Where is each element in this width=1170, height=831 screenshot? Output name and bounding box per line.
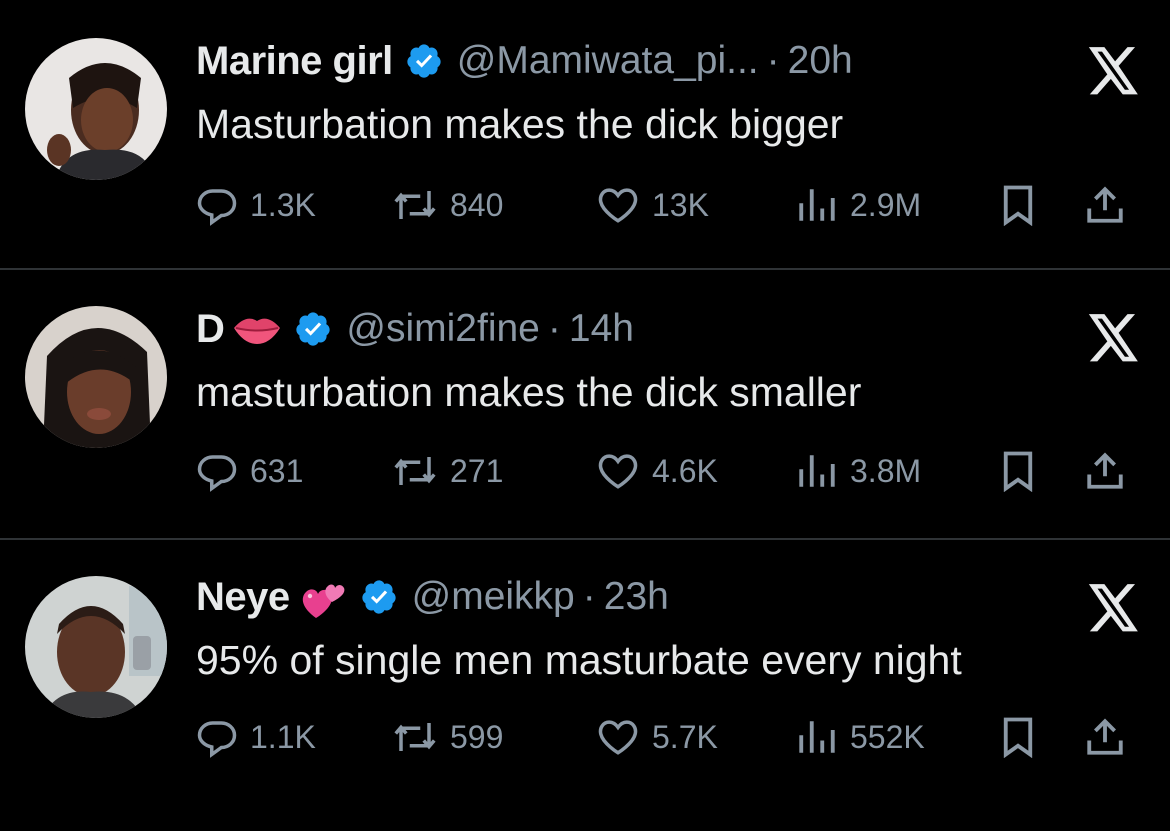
- avatar[interactable]: [25, 306, 167, 448]
- timestamp[interactable]: 23h: [604, 570, 669, 624]
- views-button[interactable]: 2.9M: [796, 180, 921, 230]
- like-button[interactable]: 13K: [596, 180, 709, 230]
- views-icon: [799, 455, 835, 487]
- retweet-icon: [394, 191, 436, 219]
- tweet-text: masturbation makes the dick smaller: [196, 369, 862, 415]
- reply-button[interactable]: 631: [196, 446, 303, 496]
- reply-count: 1.3K: [250, 186, 316, 223]
- user-handle[interactable]: @Mamiwata_pi...: [457, 34, 759, 88]
- separator-dot: ·: [582, 575, 596, 618]
- reply-icon: [197, 455, 237, 492]
- reply-button[interactable]: 1.3K: [196, 180, 316, 230]
- share-button[interactable]: [1084, 712, 1126, 762]
- retweet-button[interactable]: 599: [392, 712, 503, 762]
- like-button[interactable]: 4.6K: [596, 446, 718, 496]
- retweet-button[interactable]: 840: [392, 180, 503, 230]
- separator-dot: ·: [766, 39, 780, 82]
- share-button[interactable]: [1084, 446, 1126, 496]
- tweet-header: D @simi2fine · 14h: [196, 302, 634, 356]
- user-handle[interactable]: @simi2fine: [346, 302, 539, 356]
- verified-badge-icon: [360, 578, 398, 616]
- tweet-header: Neye @meikkp · 23h: [196, 570, 669, 624]
- reply-count: 631: [250, 452, 304, 489]
- tweet[interactable]: Marine girl @Mamiwata_pi... · 20h Mastur…: [0, 0, 1170, 268]
- x-logo-icon: [1088, 314, 1140, 362]
- bookmark-button[interactable]: [998, 712, 1038, 762]
- two-hearts-emoji-icon: [298, 580, 348, 618]
- tweet[interactable]: D @simi2fine · 14h masturbation makes th…: [0, 270, 1170, 538]
- reply-count: 1.1K: [250, 718, 316, 755]
- tweet-header: Marine girl @Mamiwata_pi... · 20h: [196, 34, 853, 88]
- display-name[interactable]: D: [196, 302, 225, 356]
- like-count: 4.6K: [652, 452, 718, 489]
- bookmark-icon: [1003, 451, 1033, 492]
- views-button[interactable]: 552K: [796, 712, 925, 762]
- x-logo-icon: [1088, 584, 1140, 632]
- heart-icon: [598, 188, 638, 223]
- retweet-count: 840: [450, 186, 504, 223]
- user-handle[interactable]: @meikkp: [412, 570, 575, 624]
- views-button[interactable]: 3.8M: [796, 446, 921, 496]
- timestamp[interactable]: 14h: [569, 302, 634, 356]
- retweet-icon: [394, 723, 436, 751]
- retweet-button[interactable]: 271: [392, 446, 503, 496]
- tweet-actions: 1.3K 840 13K 2.9M: [196, 180, 1146, 230]
- share-button[interactable]: [1084, 180, 1126, 230]
- retweet-icon: [394, 457, 436, 485]
- display-name[interactable]: Marine girl: [196, 34, 393, 88]
- tweet-text: Masturbation makes the dick bigger: [196, 101, 844, 147]
- lips-emoji-icon: [232, 312, 282, 346]
- retweet-count: 271: [450, 452, 504, 489]
- reply-icon: [197, 189, 237, 226]
- reply-button[interactable]: 1.1K: [196, 712, 316, 762]
- tweet-actions: 631 271 4.6K 3.8M: [196, 446, 1146, 496]
- views-icon: [799, 721, 835, 753]
- share-icon: [1087, 186, 1123, 223]
- timestamp[interactable]: 20h: [788, 34, 853, 88]
- retweet-count: 599: [450, 718, 504, 755]
- reply-icon: [197, 721, 237, 758]
- display-name[interactable]: Neye: [196, 570, 290, 624]
- avatar[interactable]: [25, 38, 167, 180]
- view-count: 2.9M: [850, 186, 922, 223]
- tweet-actions: 1.1K 599 5.7K 552K: [196, 712, 1146, 762]
- share-icon: [1087, 452, 1123, 489]
- separator-dot: ·: [547, 307, 561, 350]
- bookmark-icon: [1003, 717, 1033, 758]
- views-icon: [799, 189, 835, 221]
- view-count: 3.8M: [850, 452, 922, 489]
- bookmark-button[interactable]: [998, 180, 1038, 230]
- bookmark-button[interactable]: [998, 446, 1038, 496]
- tweet-text: 95% of single men masturbate every night: [196, 637, 962, 683]
- heart-icon: [598, 720, 638, 755]
- avatar[interactable]: [25, 576, 167, 718]
- like-count: 13K: [652, 186, 709, 223]
- tweet[interactable]: Neye @meikkp · 23h 95% of single men mas…: [0, 540, 1170, 808]
- x-logo-icon: [1088, 47, 1140, 95]
- like-button[interactable]: 5.7K: [596, 712, 718, 762]
- share-icon: [1087, 718, 1123, 755]
- verified-badge-icon: [405, 42, 443, 80]
- verified-badge-icon: [294, 310, 332, 348]
- like-count: 5.7K: [652, 718, 718, 755]
- view-count: 552K: [850, 718, 925, 755]
- bookmark-icon: [1003, 185, 1033, 226]
- heart-icon: [598, 454, 638, 489]
